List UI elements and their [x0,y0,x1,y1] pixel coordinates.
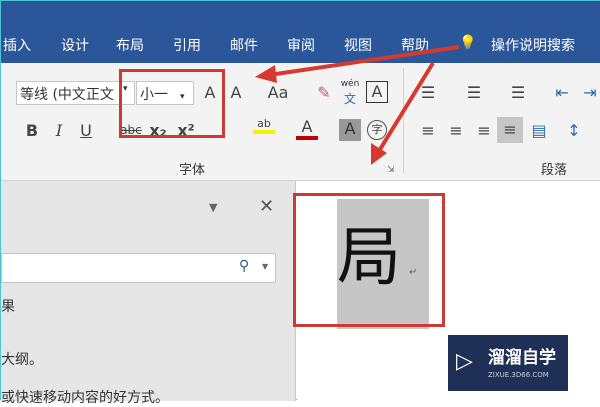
annotation-arrows [255,45,460,165]
arrow-head [371,143,387,165]
arrow-line [377,61,435,153]
arrow-head [255,65,277,83]
